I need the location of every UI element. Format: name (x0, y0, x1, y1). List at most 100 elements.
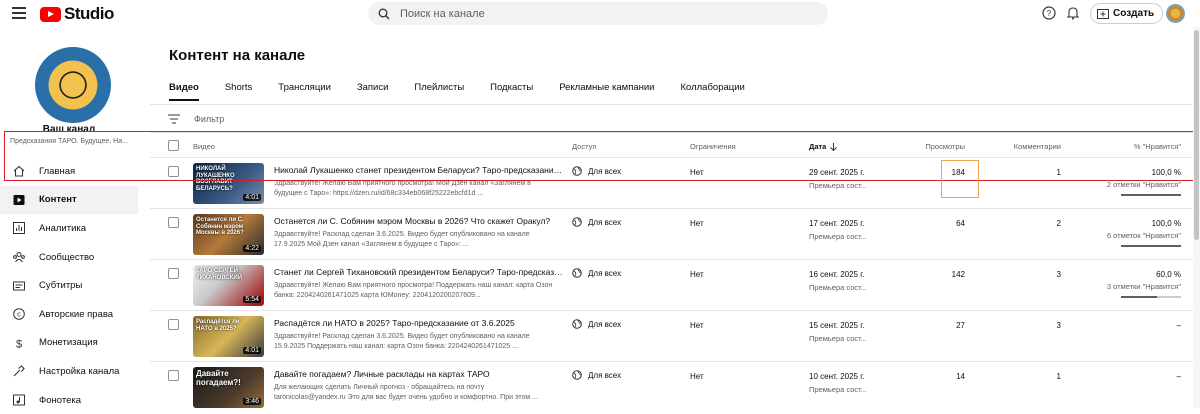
video-description: Здравствуйте! Желаю Вам приятного просмо… (274, 180, 531, 197)
highlight-views-box (941, 160, 979, 198)
row-checkbox[interactable] (168, 217, 179, 228)
filter-icon[interactable] (168, 114, 180, 124)
visibility-label: Для всех (588, 319, 622, 329)
date-value: 17 сент. 2025 г. (809, 219, 865, 228)
tab-posts[interactable]: Записи (357, 82, 389, 101)
views-value[interactable]: 27 (877, 321, 965, 330)
search-bar[interactable] (368, 2, 828, 25)
sidebar-item-label: Аналитика (39, 222, 87, 234)
sidebar-nav: Главная Контент Аналитика Сообщество Суб… (0, 157, 138, 414)
comments-value[interactable]: 1 (976, 372, 1061, 381)
scrollbar-thumb[interactable] (1194, 30, 1199, 240)
like-percent: 60,0 % (1156, 270, 1181, 279)
globe-icon (572, 319, 582, 329)
video-thumbnail[interactable]: Распадётся ли НАТО в 2025? 4:01 (193, 316, 264, 357)
like-ratio-bar (1121, 296, 1181, 298)
globe-icon (572, 370, 582, 380)
visibility-dropdown[interactable]: Для всех (572, 268, 621, 278)
create-label: Создать (1113, 8, 1155, 19)
visibility-dropdown[interactable]: Для всех (572, 370, 621, 380)
tab-promotions[interactable]: Рекламные кампании (559, 82, 654, 101)
comments-value[interactable]: 2 (976, 219, 1061, 228)
sidebar-item-label: Авторские права (39, 308, 114, 320)
date-status: Премьера сост... (809, 334, 868, 343)
tab-podcasts[interactable]: Подкасты (490, 82, 533, 101)
highlight-row-box (4, 131, 1195, 181)
sidebar-item-content[interactable]: Контент (0, 185, 138, 215)
video-title[interactable]: Станет ли Сергей Тихановский президентом… (274, 267, 564, 277)
youtube-logo-icon (40, 6, 61, 22)
copyright-icon: c (12, 308, 25, 321)
table-row[interactable]: Останется ли С. Собянин мэром Москвы в 2… (150, 209, 1195, 259)
create-button[interactable]: Создать (1090, 3, 1164, 24)
visibility-dropdown[interactable]: Для всех (572, 217, 621, 227)
tab-live[interactable]: Трансляции (278, 82, 331, 101)
table-row[interactable]: Распадётся ли НАТО в 2025? 4:01 Распадёт… (150, 311, 1195, 361)
sidebar-item-label: Настройка канала (39, 365, 120, 377)
restrictions-value: Нет (690, 270, 704, 279)
like-percent: 100,0 % (1151, 219, 1181, 228)
restrictions-value: Нет (690, 321, 704, 330)
restrictions-value: Нет (690, 219, 704, 228)
globe-icon (572, 217, 582, 227)
filter-bar[interactable]: Фильтр (168, 112, 224, 126)
like-count: 2 отметки "Нравится" (1106, 180, 1181, 189)
tab-shorts[interactable]: Shorts (225, 82, 252, 101)
tab-collaborations[interactable]: Коллаборации (680, 82, 744, 101)
like-ratio-fill (1121, 245, 1181, 247)
tab-videos[interactable]: Видео (169, 82, 199, 101)
thumbnail-text: Давайте погадаем?! (196, 369, 241, 387)
notifications-icon[interactable] (1066, 6, 1080, 20)
video-thumbnail[interactable]: Давайте погадаем?! 3:46 (193, 367, 264, 408)
views-value[interactable]: 64 (877, 219, 965, 228)
like-count: 6 отметок "Нравится" (1106, 231, 1181, 240)
sidebar-item-monetization[interactable]: $ Монетизация (0, 329, 138, 358)
video-title[interactable]: Распадётся ли НАТО в 2025? Таро-предсказ… (274, 318, 564, 328)
sidebar-item-community[interactable]: Сообщество (0, 243, 138, 272)
sidebar-item-subtitles[interactable]: Субтитры (0, 271, 138, 300)
video-title[interactable]: Останется ли С. Собянин мэром Москвы в 2… (274, 216, 564, 226)
date-status: Премьера сост... (809, 283, 868, 292)
visibility-dropdown[interactable]: Для всех (572, 319, 621, 329)
logo-text: Studio (64, 4, 114, 23)
row-checkbox[interactable] (168, 370, 179, 381)
svg-text:$: $ (15, 338, 21, 349)
like-ratio-fill (1121, 194, 1181, 196)
like-percent: – (1176, 372, 1181, 381)
video-thumbnail[interactable]: ТАРО СЕРГЕЙ ТИХАНОВСКИЙ 5:54 (193, 265, 264, 306)
search-input[interactable] (400, 7, 780, 20)
comments-value[interactable]: 3 (976, 321, 1061, 330)
table-row[interactable]: Давайте погадаем?! 3:46 Давайте погадаем… (150, 362, 1195, 412)
date-status: Премьера сост... (809, 232, 868, 241)
like-ratio-fill (1121, 296, 1157, 298)
date-value: 16 сент. 2025 г. (809, 270, 865, 279)
row-checkbox[interactable] (168, 319, 179, 330)
comments-value[interactable]: 3 (976, 270, 1061, 279)
views-value[interactable]: 14 (877, 372, 965, 381)
svg-text:c: c (17, 312, 21, 319)
channel-avatar[interactable] (35, 47, 111, 123)
help-icon[interactable]: ? (1042, 6, 1056, 20)
sidebar-item-copyright[interactable]: c Авторские права (0, 300, 138, 329)
sidebar: Ваш канал Предсказания ТАРО. Будущее, На… (0, 27, 138, 408)
filter-label[interactable]: Фильтр (194, 114, 224, 124)
sidebar-item-audio-library[interactable]: Фонотека (0, 386, 138, 414)
table-row[interactable]: ТАРО СЕРГЕЙ ТИХАНОВСКИЙ 5:54 Станет ли С… (150, 260, 1195, 310)
video-title[interactable]: Давайте погадаем? Личные расклады на кар… (274, 369, 564, 379)
views-value[interactable]: 142 (877, 270, 965, 279)
monetization-icon: $ (12, 336, 25, 349)
video-thumbnail[interactable]: Останется ли С. Собянин мэром Москвы в 2… (193, 214, 264, 255)
video-description: Здравствуйте! Расклад сделан 3.6.2025. В… (274, 333, 530, 350)
account-avatar[interactable] (1166, 4, 1185, 23)
date-status: Премьера сост... (809, 385, 868, 394)
row-checkbox[interactable] (168, 268, 179, 279)
svg-text:?: ? (1047, 9, 1052, 18)
sidebar-item-analytics[interactable]: Аналитика (0, 214, 138, 243)
tab-playlists[interactable]: Плейлисты (414, 82, 464, 101)
sidebar-item-customization[interactable]: Настройка канала (0, 357, 138, 386)
menu-icon[interactable] (12, 7, 26, 19)
video-description: Здравствуйте! Желаю Вам приятного просмо… (274, 282, 553, 299)
studio-logo[interactable]: Studio (40, 4, 114, 24)
restrictions-value: Нет (690, 372, 704, 381)
date-value: 10 сент. 2025 г. (809, 372, 865, 381)
